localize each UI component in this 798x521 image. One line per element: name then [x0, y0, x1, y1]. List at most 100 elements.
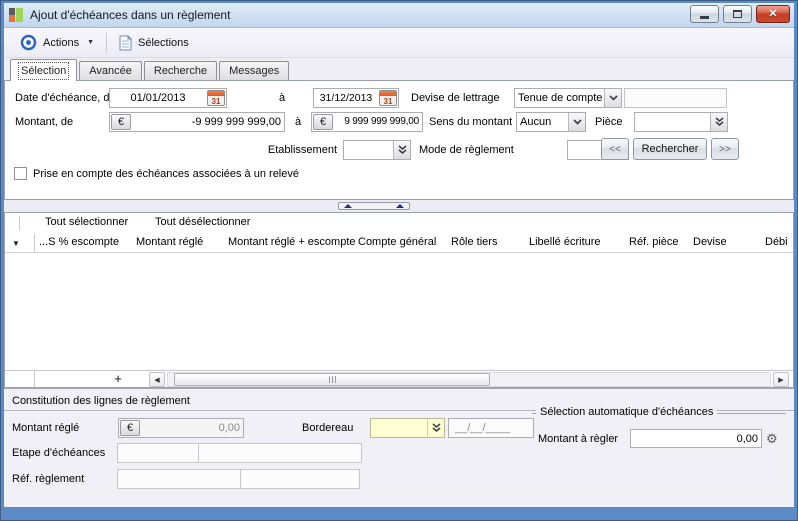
actions-label: Actions [43, 37, 79, 49]
echeances-table: Tout sélectionner Tout désélectionner ▼ … [4, 212, 794, 388]
group-title: Constitution des lignes de règlement [12, 391, 190, 411]
calendar-icon[interactable]: 31 [379, 90, 397, 106]
column-header[interactable]: ...S % escompte [39, 236, 119, 248]
auto-selection-group-title: Sélection automatique d'échéances [536, 403, 717, 422]
selections-label: Sélections [138, 37, 189, 49]
h-scrollbar-thumb[interactable] [174, 373, 490, 386]
euro-icon: € [118, 116, 124, 128]
devise-combobox[interactable]: Tenue de compte [514, 88, 622, 108]
app-icon [9, 8, 23, 22]
etape-field [117, 443, 362, 463]
double-chevron-down-icon[interactable] [427, 419, 444, 437]
gear-icon[interactable]: ⚙ [766, 432, 778, 445]
maximize-icon [733, 10, 742, 18]
sens-combobox[interactable]: Aucun [516, 112, 586, 132]
date-to-input[interactable]: 31/12/2013 31 [313, 88, 399, 108]
close-icon: ✕ [768, 9, 777, 20]
etape-label: Etape d'échéances [12, 443, 105, 463]
tab-avancee[interactable]: Avancée [79, 61, 142, 80]
piece-label: Pièce [595, 112, 623, 132]
releve-checkbox-label: Prise en compte des échéances associées … [33, 164, 299, 184]
column-header[interactable]: Devise [693, 236, 727, 248]
table-linkbar: Tout sélectionner Tout désélectionner [5, 213, 793, 234]
column-header[interactable]: Montant réglé [136, 236, 203, 248]
dialog-window: Ajout d'échéances dans un règlement ✕ Ac… [0, 0, 798, 521]
to-label: à [279, 88, 285, 108]
sens-label: Sens du montant [429, 112, 512, 132]
toolbar: Actions ▼ Sélections [4, 28, 794, 58]
deselect-all-link[interactable]: Tout désélectionner [155, 216, 250, 228]
montant-regle-label: Montant réglé [12, 418, 79, 438]
etablissement-combobox[interactable] [343, 140, 411, 160]
filter-dropdown-icon[interactable]: ▼ [12, 239, 20, 248]
date-from-input[interactable]: 01/01/2013 31 [109, 88, 227, 108]
add-row-button[interactable]: + [109, 371, 127, 386]
rechercher-button[interactable]: Rechercher [633, 138, 707, 160]
bordereau-label: Bordereau [302, 418, 353, 438]
euro-button[interactable]: € [120, 420, 140, 436]
window-title: Ajout d'échéances dans un règlement [30, 8, 230, 22]
collapse-up-icon [344, 204, 352, 208]
minimize-icon [700, 16, 709, 19]
target-icon [20, 34, 37, 51]
selection-tab-page: Date d'échéance, de 01/01/2013 31 à 31/1… [4, 80, 794, 200]
chevron-down-icon[interactable] [568, 113, 585, 131]
releve-checkbox[interactable] [14, 167, 27, 180]
splitter-handle[interactable] [338, 202, 410, 210]
tab-messages[interactable]: Messages [219, 61, 289, 80]
double-chevron-down-icon[interactable] [710, 113, 727, 131]
montant-a-regler-input[interactable]: 0,00 [630, 429, 762, 448]
bordereau-combobox[interactable] [370, 418, 445, 438]
maximize-button[interactable] [723, 5, 752, 23]
table-body[interactable] [5, 253, 793, 370]
column-header[interactable]: Libellé écriture [529, 236, 601, 248]
tabstrip: Sélection Avancée Recherche Messages [4, 58, 794, 80]
right-arrow-icon: ▶ [778, 376, 783, 384]
mode-reglement-label: Mode de règlement [419, 140, 514, 160]
montant-label: Montant, de [15, 112, 73, 132]
euro-icon: € [127, 422, 133, 434]
tab-selection[interactable]: Sélection [10, 59, 77, 81]
euro-icon: € [320, 116, 326, 128]
scroll-left-button[interactable]: ◀ [149, 372, 165, 387]
minimize-button[interactable] [690, 5, 719, 23]
column-header[interactable]: Rôle tiers [451, 236, 497, 248]
close-button[interactable]: ✕ [756, 5, 790, 23]
linkbar-grip [19, 216, 20, 231]
etablissement-label: Etablissement [239, 140, 337, 160]
column-header[interactable]: Compte général [358, 236, 436, 248]
calendar-icon[interactable]: 31 [207, 90, 225, 106]
montant-regle-field: € 0,00 [118, 418, 244, 438]
piece-combobox[interactable] [634, 112, 728, 132]
scroll-right-button[interactable]: ▶ [773, 372, 789, 387]
splitter [4, 200, 794, 212]
titlebar[interactable]: Ajout d'échéances dans un règlement ✕ [4, 3, 794, 28]
prev-button[interactable]: << [601, 138, 629, 160]
column-header[interactable]: Débi [765, 236, 788, 248]
toolbar-separator [106, 33, 107, 53]
ref-reglement-label: Réf. règlement [12, 469, 84, 489]
montant-a-regler-label: Montant à règler [538, 429, 618, 449]
double-chevron-down-icon[interactable] [393, 141, 410, 159]
select-all-link[interactable]: Tout sélectionner [45, 216, 128, 228]
euro-button[interactable]: € [111, 114, 131, 130]
h-scrollbar-track[interactable] [167, 372, 771, 387]
bordereau-date-field[interactable]: __/__/____ [448, 418, 534, 438]
montant-from-input[interactable]: € -9 999 999 999,00 [109, 112, 285, 132]
tab-recherche[interactable]: Recherche [144, 61, 217, 80]
column-header[interactable]: Montant réglé + escompte [228, 236, 356, 248]
collapse-up-icon [396, 204, 404, 208]
constitution-panel: Constitution des lignes de règlement Mon… [4, 388, 794, 507]
column-header[interactable]: Réf. pièce [629, 236, 679, 248]
montant-to-input[interactable]: € 9 999 999 999,00 [311, 112, 423, 132]
table-header-row: ▼ ...S % escompte Montant réglé Montant … [5, 234, 793, 253]
table-bottom-bar: + ◀ ▶ [5, 370, 793, 387]
euro-button[interactable]: € [313, 114, 333, 130]
chevron-down-icon[interactable] [604, 89, 621, 107]
next-button[interactable]: >> [711, 138, 739, 160]
selections-button[interactable]: Sélections [113, 32, 195, 54]
devise-extra-field [624, 88, 727, 108]
devise-label: Devise de lettrage [411, 88, 500, 108]
to-label: à [295, 112, 301, 132]
actions-button[interactable]: Actions ▼ [14, 31, 100, 54]
